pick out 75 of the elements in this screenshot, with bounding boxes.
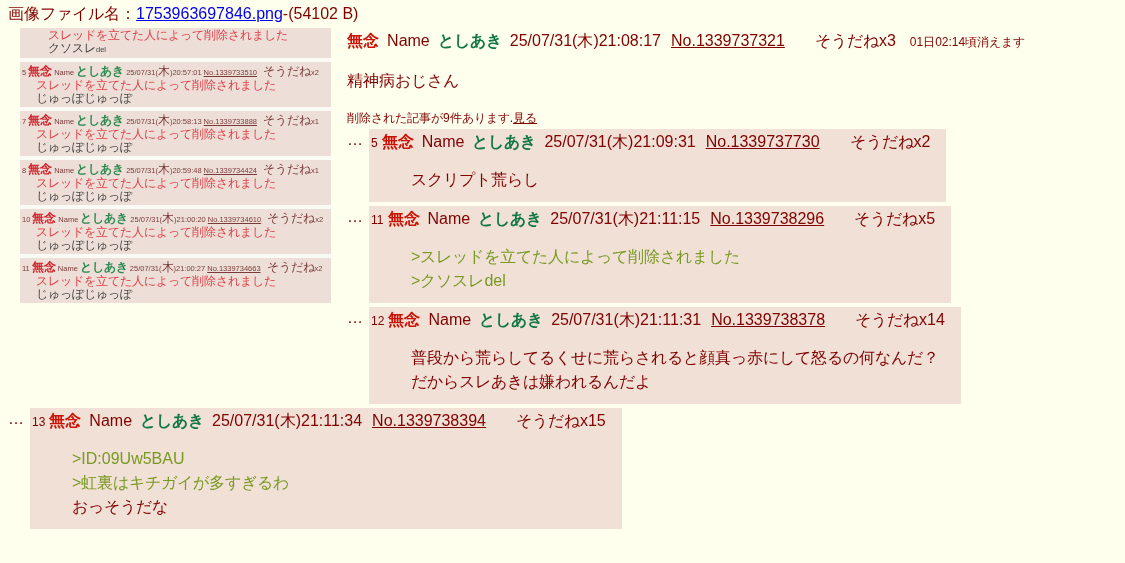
name-label: Name <box>428 310 472 330</box>
sodane-button[interactable]: そうだねx15 <box>515 410 606 432</box>
post-text: 普段から荒らしてるくせに荒らされると顔真っ赤にして怒るの何なんだ？ <box>411 348 941 368</box>
mini-author: としあき <box>76 65 125 78</box>
show-deleted-link[interactable]: 見る <box>513 111 538 125</box>
post-text: スクリプト荒らし <box>411 170 541 190</box>
post-author: としあき <box>437 31 502 51</box>
post-date: 25/07/31(木)21:08:17 <box>509 31 661 51</box>
reply-number: 13 <box>32 414 46 431</box>
name-label: Name <box>427 209 471 229</box>
post-text: 精神病おじさん <box>347 71 461 91</box>
mini-subject: 無念 <box>32 212 57 225</box>
sodane-button[interactable]: そうだねx3 <box>814 30 896 52</box>
sodane-button[interactable]: そうだねx2 <box>849 131 931 153</box>
mini-post-text: スレッドを立てた人によって削除されました <box>35 275 277 288</box>
post-subject: 無念 <box>387 209 420 229</box>
deleted-notice: 削除された記事が9件あります. <box>347 111 514 125</box>
post-text: だからスレあきは嫌われるんだよ <box>411 372 653 392</box>
mini-author: としあき <box>76 163 125 176</box>
mini-post-text: じゅっぽじゅっぽ <box>35 239 134 252</box>
reply-marker: … <box>347 308 364 328</box>
mini-post-text: じゅっぽじゅっぽ <box>35 288 134 301</box>
expiry-notice: 01日02:14頃消えます <box>909 34 1026 51</box>
mini-subject: 無念 <box>28 163 53 176</box>
name-label: Name <box>387 31 430 51</box>
name-label: Name <box>89 411 133 431</box>
post-date: 25/07/31(木)21:09:31 <box>544 132 696 152</box>
reply-number: 5 <box>371 135 378 152</box>
file-size: -(54102 B) <box>282 5 359 22</box>
post-date: 25/07/31(木)21:11:34 <box>212 411 363 431</box>
mini-author: としあき <box>76 114 125 127</box>
post-subject: 無念 <box>381 132 414 152</box>
reply-marker: … <box>8 409 24 429</box>
mini-post-text: じゅっぽじゅっぽ <box>35 141 134 154</box>
post-author: としあき <box>140 411 205 431</box>
quote-text: >ID:09Uw5BAU <box>72 449 186 469</box>
mini-post-text: スレッドを立てた人によって削除されました <box>35 79 277 92</box>
quote-text: >虹裏はキチガイが多すぎるわ <box>72 473 291 493</box>
post-text: おっそうだな <box>72 497 169 517</box>
post-subject: 無念 <box>388 310 421 330</box>
post-author: としあき <box>479 310 544 330</box>
quote-text: >スレッドを立てた人によって削除されました <box>411 247 742 267</box>
post-number-link[interactable]: No.1339738296 <box>710 208 825 230</box>
post-number-link[interactable]: No.1339737730 <box>705 131 820 153</box>
reply-marker: … <box>347 207 364 227</box>
attached-screenshot[interactable] <box>20 28 332 303</box>
mini-subject: 無念 <box>31 261 56 274</box>
reply-number: 12 <box>371 313 385 330</box>
mini-post-text: スレッドを立てた人によって削除されました <box>35 128 277 141</box>
post-number-link[interactable]: No.1339737321 <box>671 30 785 52</box>
reply-number: 11 <box>371 212 384 229</box>
mini-subject: 無念 <box>28 65 53 78</box>
post-date: 25/07/31(木)21:11:31 <box>551 310 702 330</box>
post-subject: 無念 <box>347 31 380 51</box>
post-number-link[interactable]: No.1339738378 <box>711 309 826 331</box>
post-number-link[interactable]: No.1339738394 <box>372 410 486 432</box>
sodane-button[interactable]: そうだねx14 <box>855 309 945 331</box>
mini-author: としあき <box>79 261 128 274</box>
mini-author: としあき <box>80 212 129 225</box>
mini-post-text: じゅっぽじゅっぽ <box>35 92 134 105</box>
quote-text: >クソスレdel <box>411 271 507 291</box>
mini-post-text: スレッドを立てた人によって削除されました <box>35 177 277 190</box>
post-author: としあき <box>472 132 537 152</box>
post-date: 25/07/31(木)21:11:15 <box>550 209 701 229</box>
reply-marker: … <box>347 130 364 150</box>
file-link[interactable]: 1753963697846.png <box>136 5 283 22</box>
mini-post-text: じゅっぽじゅっぽ <box>35 190 134 203</box>
sodane-button[interactable]: そうだねx5 <box>854 208 936 230</box>
mini-subject: 無念 <box>28 114 53 127</box>
mini-post-text: スレッドを立てた人によって削除されました <box>47 29 289 42</box>
post-author: としあき <box>478 209 543 229</box>
mini-post-text: スレッドを立てた人によって削除されました <box>35 226 277 239</box>
name-label: Name <box>421 132 465 152</box>
post-subject: 無念 <box>49 411 82 431</box>
file-label: 画像ファイル名： <box>8 5 136 22</box>
